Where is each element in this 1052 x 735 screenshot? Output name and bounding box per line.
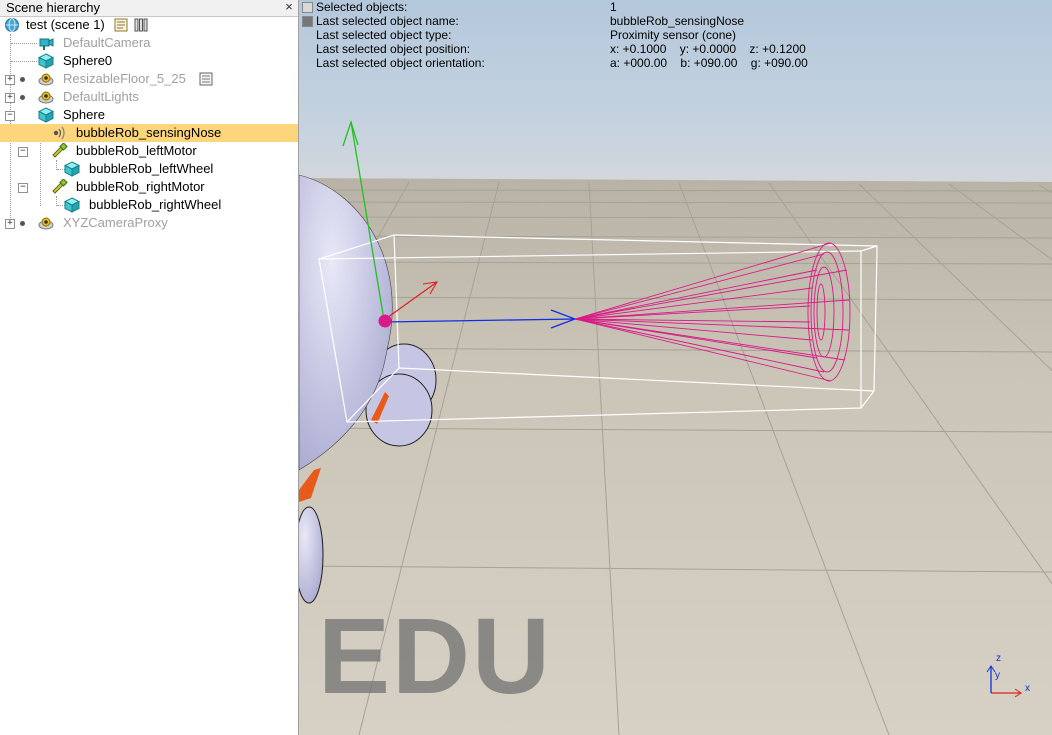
tree-item-label: DefaultLights xyxy=(63,89,139,104)
info-value: Proximity sensor (cone) xyxy=(610,28,737,42)
gizmo-z-label: z xyxy=(996,653,1001,664)
tree-root[interactable]: test (scene 1) xyxy=(0,16,298,34)
info-toggle-icon[interactable] xyxy=(302,16,313,27)
sensor-origin-marker xyxy=(378,314,392,328)
tree-item-defaultlights[interactable]: + DefaultLights xyxy=(0,88,298,106)
info-toggle-icon[interactable] xyxy=(302,2,313,13)
tree-item-sphere0[interactable]: Sphere0 xyxy=(0,52,298,70)
info-label: Last selected object position: xyxy=(316,42,471,56)
collapse-icon[interactable]: − xyxy=(18,183,28,193)
shape-cube-icon xyxy=(38,107,54,123)
script-icon[interactable] xyxy=(198,71,214,87)
proximity-sensor-icon xyxy=(53,126,65,140)
shape-cube-icon xyxy=(64,161,80,177)
gizmo-x-label: x xyxy=(1025,683,1030,694)
hierarchy-title: Scene hierarchy xyxy=(6,0,100,15)
scene-globe-icon xyxy=(5,18,19,32)
info-label: Last selected object orientation: xyxy=(316,56,485,70)
model-dot-icon xyxy=(20,77,25,82)
selection-info-overlay: Selected objects: 1 Last selected object… xyxy=(299,0,1052,72)
tree-item-label: XYZCameraProxy xyxy=(63,215,168,230)
tree-item-label: bubbleRob_sensingNose xyxy=(76,125,222,140)
shape-cube-icon xyxy=(38,53,54,69)
tree-item-rightmotor[interactable]: − bubbleRob_rightMotor xyxy=(0,178,298,196)
scene-viewport[interactable]: z y x EDU Selected objects: 1 Last selec… xyxy=(299,0,1052,735)
tree-item-label: Sphere0 xyxy=(63,53,113,68)
scene-hierarchy-panel: Scene hierarchy × test (scene 1) Default… xyxy=(0,0,299,735)
tree-item-label: bubbleRob_leftMotor xyxy=(76,143,197,158)
dummy-model-icon xyxy=(38,73,54,86)
tree-item-label: DefaultCamera xyxy=(63,35,151,50)
hierarchy-title-bar: Scene hierarchy × xyxy=(0,0,298,17)
tree-root-label: test (scene 1) xyxy=(26,17,105,32)
tree-item-resizablefloor[interactable]: + ResizableFloor_5_25 xyxy=(0,70,298,88)
info-label: Selected objects: xyxy=(316,0,408,14)
tree-item-label: bubbleRob_rightMotor xyxy=(76,179,205,194)
tree-item-label: ResizableFloor_5_25 xyxy=(63,71,186,86)
dummy-model-icon xyxy=(38,217,54,230)
tree-item-label: bubbleRob_rightWheel xyxy=(89,197,222,212)
info-value: bubbleRob_sensingNose xyxy=(610,14,745,28)
joint-icon xyxy=(52,179,68,194)
joint-icon xyxy=(52,143,68,158)
gizmo-y-label: y xyxy=(995,670,1000,681)
shape-cube-icon xyxy=(64,197,80,213)
tree-item-label: bubbleRob_leftWheel xyxy=(89,161,214,176)
expand-icon[interactable]: + xyxy=(5,75,15,85)
tree-item-defaultcamera[interactable]: DefaultCamera xyxy=(0,34,298,52)
collapse-icon[interactable]: − xyxy=(5,111,15,121)
info-value: a: +000.00 b: +090.00 g: +090.00 xyxy=(610,56,808,70)
tree-item-leftwheel[interactable]: bubbleRob_leftWheel xyxy=(0,160,298,178)
info-value: 1 xyxy=(610,0,617,14)
info-label: Last selected object name: xyxy=(316,14,459,28)
close-icon[interactable]: × xyxy=(282,0,296,14)
edu-watermark: EDU xyxy=(318,595,553,716)
scene-script-icon[interactable] xyxy=(113,17,129,33)
tree-item-label: Sphere xyxy=(63,107,105,122)
dummy-model-icon xyxy=(38,91,54,104)
scene-settings-icon[interactable] xyxy=(133,17,149,33)
model-dot-icon xyxy=(20,221,25,226)
tree-item-xyzcameraproxy[interactable]: + XYZCameraProxy xyxy=(0,214,298,232)
collapse-icon[interactable]: − xyxy=(18,147,28,157)
camera-icon xyxy=(39,38,54,50)
expand-icon[interactable]: + xyxy=(5,93,15,103)
expand-icon[interactable]: + xyxy=(5,219,15,229)
tree-item-sensingnose[interactable]: bubbleRob_sensingNose xyxy=(0,124,298,142)
tree-item-leftmotor[interactable]: − bubbleRob_leftMotor xyxy=(0,142,298,160)
model-dot-icon xyxy=(20,95,25,100)
tree-item-rightwheel[interactable]: bubbleRob_rightWheel xyxy=(0,196,298,214)
tree-item-sphere[interactable]: − Sphere xyxy=(0,106,298,124)
info-value: x: +0.1000 y: +0.0000 z: +0.1200 xyxy=(610,42,806,56)
info-label: Last selected object type: xyxy=(316,28,452,42)
